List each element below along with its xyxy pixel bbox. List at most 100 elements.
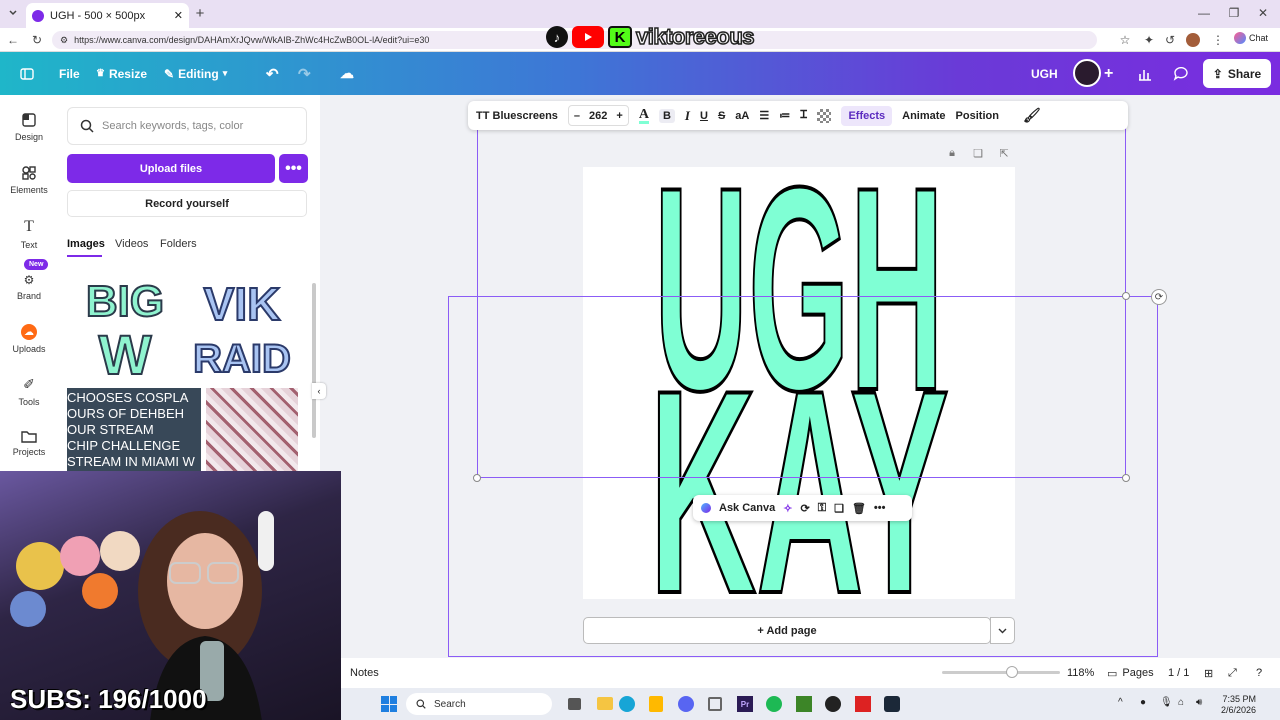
minecraft-icon[interactable] — [796, 696, 812, 712]
editing-mode-dropdown[interactable]: ✎ Editing ▾ — [164, 52, 227, 95]
upload-thumbnail-text-list[interactable]: CHOOSES COSPLA OURS OF DEHBEH OUR STREAM… — [67, 388, 201, 472]
spotify-icon[interactable] — [766, 696, 782, 712]
rail-item-brand[interactable]: ⚙ Brand — [0, 273, 58, 301]
edge-icon[interactable] — [619, 696, 635, 712]
fullscreen-icon[interactable]: ⤢ — [1228, 667, 1237, 680]
strikethrough-icon[interactable]: S — [718, 110, 725, 122]
rail-item-uploads[interactable]: ☁ Uploads — [0, 324, 58, 354]
notes-button[interactable]: Notes — [350, 667, 379, 679]
cloud-save-icon[interactable]: ☁ — [340, 52, 354, 95]
upload-thumbnail-pixel-art[interactable] — [206, 388, 298, 472]
tab-close-icon[interactable]: ✕ — [174, 9, 183, 22]
rail-item-text[interactable]: T Text — [0, 218, 58, 250]
add-collaborator-icon[interactable]: + — [1104, 52, 1113, 95]
duplicate-page-icon[interactable]: ❏ — [971, 146, 985, 160]
underline-icon[interactable]: U — [700, 110, 708, 122]
rotate-handle-icon[interactable]: ⟳ — [1151, 289, 1167, 305]
design-title[interactable]: UGH — [1031, 52, 1058, 95]
duplicate-icon[interactable]: ❏ — [834, 502, 844, 515]
undo-icon[interactable]: ↶ — [266, 52, 279, 95]
letter-case-icon[interactable]: aA — [735, 110, 749, 122]
delete-icon[interactable]: 🗑︎ — [852, 502, 866, 515]
site-info-icon[interactable]: ⚙ — [60, 35, 68, 46]
app-icon[interactable] — [855, 696, 871, 712]
resize-handle[interactable] — [1122, 292, 1130, 300]
tray-app-icon[interactable]: ● — [1140, 697, 1146, 708]
windows-start-icon[interactable] — [381, 696, 397, 712]
profile-avatar[interactable] — [1186, 33, 1200, 47]
lock-icon[interactable]: ⚿ — [818, 502, 826, 515]
spacing-icon[interactable]: Ꮖ — [800, 109, 807, 122]
transparency-icon[interactable] — [817, 108, 832, 123]
pages-button[interactable]: ▭ Pages — [1107, 667, 1154, 680]
add-page-icon[interactable]: ⇱ — [997, 146, 1011, 160]
panel-scrollbar[interactable] — [312, 283, 316, 438]
extensions-icon[interactable]: ✦ — [1142, 33, 1156, 47]
zoom-slider[interactable] — [942, 666, 1060, 678]
sidebar-toggle-icon[interactable] — [20, 52, 34, 95]
help-icon[interactable]: ? — [1256, 667, 1262, 679]
history-icon[interactable]: ↺ — [1163, 33, 1177, 47]
align-center-icon[interactable]: ☰ — [759, 109, 769, 122]
tab-images[interactable]: Images — [67, 238, 105, 250]
add-page-chevron-icon[interactable] — [990, 617, 1015, 644]
share-button[interactable]: ⇪ Share — [1203, 59, 1271, 88]
add-page-button[interactable]: + Add page — [583, 617, 991, 644]
rail-item-elements[interactable]: Elements — [0, 165, 58, 195]
store-icon[interactable] — [649, 696, 663, 712]
minimize-icon[interactable]: — — [1197, 6, 1211, 20]
menu-dots-icon[interactable]: ⋮ — [1211, 33, 1225, 47]
rail-item-design[interactable]: Design — [0, 112, 58, 142]
upload-files-button[interactable]: Upload files — [67, 154, 275, 183]
bookmark-star-icon[interactable]: ☆ — [1118, 33, 1132, 47]
grid-view-icon[interactable]: ⊞ — [1204, 667, 1213, 680]
design-page[interactable]: UGH KAY — [583, 167, 1015, 599]
tab-videos[interactable]: Videos — [115, 238, 148, 250]
steam-icon[interactable] — [884, 696, 900, 712]
tab-search-icon[interactable] — [6, 6, 20, 20]
obs-icon[interactable] — [825, 696, 841, 712]
task-view-icon[interactable] — [568, 698, 581, 710]
premiere-icon[interactable]: Pr — [737, 696, 753, 712]
zoom-slider-thumb[interactable] — [1006, 666, 1018, 678]
resize-handle[interactable] — [473, 474, 481, 482]
insights-icon[interactable] — [1138, 52, 1152, 95]
volume-icon[interactable]: 🔊︎ — [1196, 697, 1202, 708]
tab-folders[interactable]: Folders — [160, 238, 197, 250]
browser-tab[interactable]: UGH - 500 × 500px ✕ — [26, 3, 189, 28]
list-icon[interactable]: ≔ — [779, 109, 790, 122]
position-button[interactable]: Position — [956, 110, 999, 122]
collapse-panel-icon[interactable]: ‹ — [312, 383, 326, 399]
mic-icon[interactable]: 🎙︎ — [1160, 697, 1173, 708]
resize-button[interactable]: ♛ Resize — [96, 52, 147, 95]
close-window-icon[interactable]: ✕ — [1256, 6, 1270, 20]
tray-chevron-icon[interactable]: ^ — [1118, 697, 1123, 708]
clock[interactable]: 7:35 PM 2/6/2026 — [1218, 694, 1256, 716]
maximize-icon[interactable]: ❐ — [1227, 6, 1241, 20]
animate-button[interactable]: Animate — [902, 110, 945, 122]
font-family-dropdown[interactable]: TT Bluescreens — [476, 110, 558, 122]
text-color-icon[interactable]: A — [638, 107, 649, 124]
chat-button[interactable]: Chat — [1234, 32, 1268, 44]
search-input[interactable]: Search keywords, tags, color — [67, 107, 307, 145]
taskbar-search[interactable]: Search — [406, 693, 552, 715]
font-size-input[interactable]: 262 — [589, 110, 607, 122]
file-menu[interactable]: File — [59, 52, 80, 95]
lock-page-icon[interactable]: 🔒︎ — [945, 146, 959, 160]
network-icon[interactable]: ⌂ — [1178, 697, 1184, 708]
rail-item-tools[interactable]: ✐ Tools — [0, 376, 58, 407]
effects-button[interactable]: Effects — [841, 105, 893, 126]
comments-icon[interactable] — [1173, 52, 1189, 95]
magic-edit-icon[interactable]: ✧ — [783, 502, 792, 515]
refresh-icon[interactable]: ⟳ — [800, 502, 809, 515]
zoom-level[interactable]: 118% — [1067, 667, 1094, 679]
ask-canva-button[interactable]: Ask Canva — [719, 502, 775, 514]
rail-item-projects[interactable]: Projects — [0, 429, 58, 457]
new-tab-icon[interactable]: + — [193, 5, 207, 22]
upload-thumbnail-vik-raid[interactable]: VIK RAID — [186, 270, 298, 380]
xbox-icon[interactable] — [708, 697, 722, 711]
italic-icon[interactable]: I — [685, 108, 690, 124]
upload-more-options-icon[interactable]: ••• — [279, 154, 308, 183]
resize-handle[interactable] — [1122, 474, 1130, 482]
more-options-icon[interactable]: ••• — [874, 502, 886, 514]
